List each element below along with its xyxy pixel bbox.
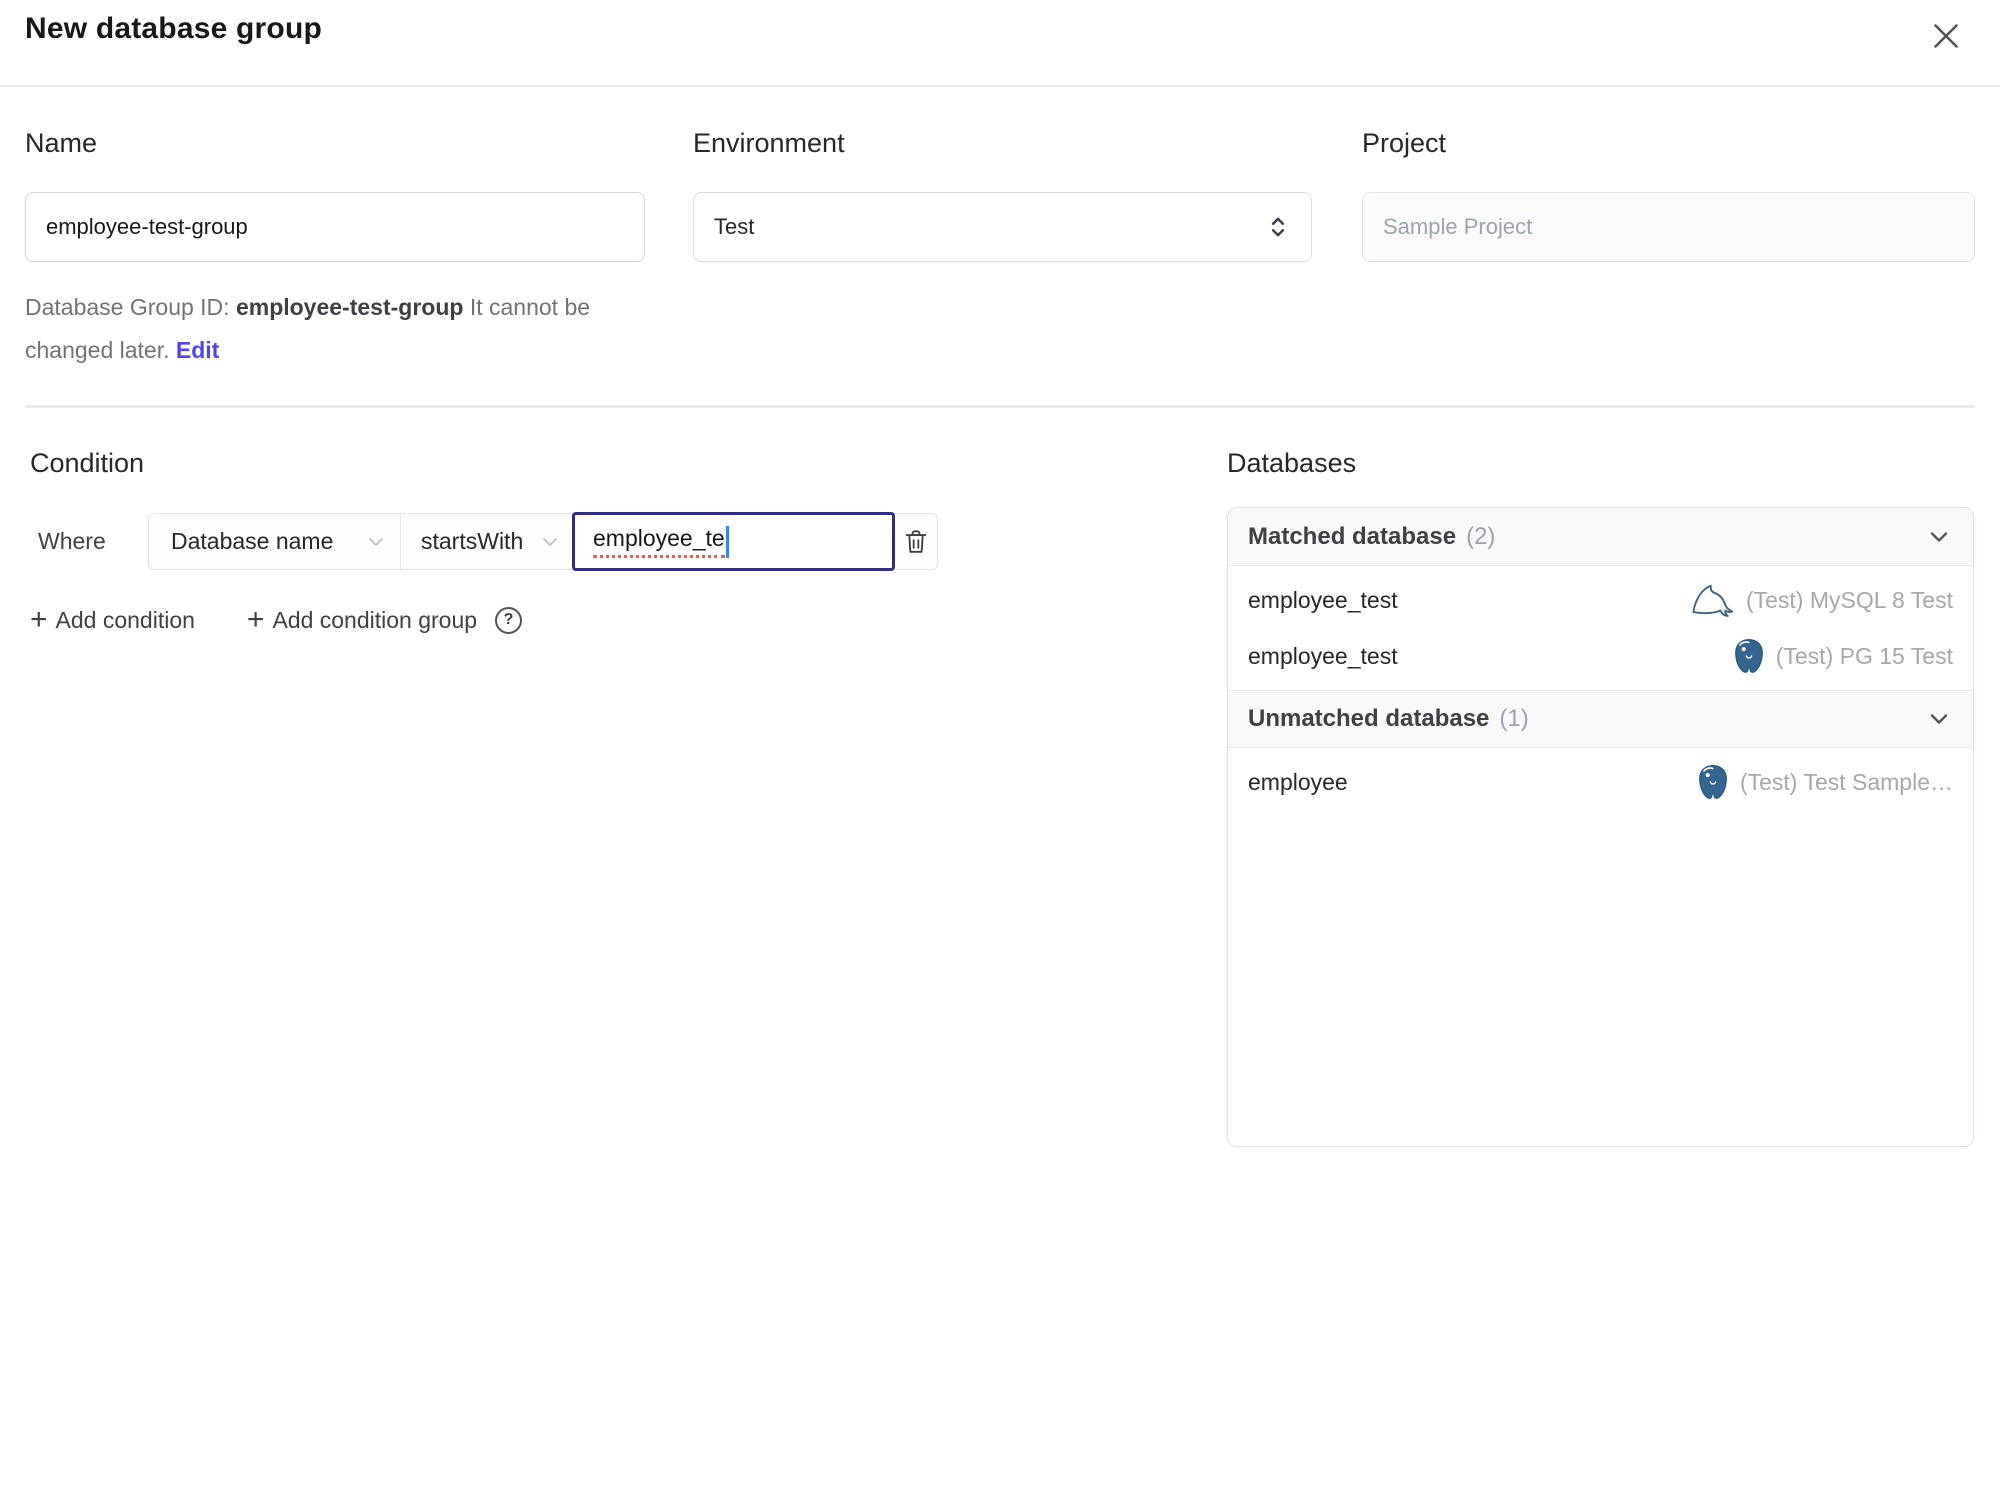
close-button[interactable] <box>1924 14 1968 58</box>
unmatched-database-header[interactable]: Unmatched database (1) <box>1228 690 1973 748</box>
databases-panel: Matched database (2) employee_test (Test… <box>1227 507 1974 1147</box>
chevron-down-icon <box>364 530 388 554</box>
text-caret <box>725 525 729 558</box>
condition-factor-value: Database name <box>171 528 334 554</box>
project-label: Project <box>1362 128 1447 158</box>
close-icon <box>1928 18 1964 54</box>
section-divider <box>25 405 1975 408</box>
unmatched-database-count: (1) <box>1499 705 1529 732</box>
project-input-value: Sample Project <box>1383 214 1533 239</box>
table-row[interactable]: employee_test (Test) MySQL 8 Test <box>1228 572 1973 628</box>
condition-row: Database name startsWith employee_te <box>148 512 938 571</box>
name-input-value: employee-test-group <box>46 214 248 239</box>
help-icon[interactable]: ? <box>495 606 523 634</box>
database-name: employee_test <box>1248 586 1398 613</box>
condition-factor-select[interactable]: Database name <box>149 514 401 569</box>
databases-heading: Databases <box>1227 448 1357 478</box>
instance-info: (Test) MySQL 8 Test <box>1690 582 1953 618</box>
name-label: Name <box>25 128 98 158</box>
trash-icon <box>902 527 930 557</box>
instance-label: (Test) PG 15 Test <box>1775 642 1953 669</box>
add-condition-group-button[interactable]: + Add condition group ? <box>246 603 523 636</box>
postgres-icon <box>1732 638 1766 674</box>
condition-heading: Condition <box>30 448 145 478</box>
table-row[interactable]: employee (Test) Test Sample… <box>1228 754 1973 810</box>
database-name: employee_test <box>1248 642 1398 669</box>
matched-database-header[interactable]: Matched database (2) <box>1228 508 1973 566</box>
unmatched-database-title: Unmatched database <box>1248 705 1490 732</box>
instance-label: (Test) Test Sample… <box>1739 768 1953 795</box>
database-name: employee <box>1248 768 1348 795</box>
condition-operator-select[interactable]: startsWith <box>401 514 572 569</box>
page-title: New database group <box>25 12 322 45</box>
header-divider <box>0 85 2000 87</box>
project-input: Sample Project <box>1362 192 1975 262</box>
plus-icon: + <box>246 603 265 636</box>
chevron-up-down-icon <box>1265 214 1291 240</box>
environment-label: Environment <box>693 128 845 158</box>
table-row[interactable]: employee_test (Test) PG 15 Test <box>1228 628 1973 684</box>
plus-icon: + <box>30 603 48 636</box>
where-label: Where <box>38 528 106 554</box>
condition-operator-value: startsWith <box>421 528 524 554</box>
instance-info: (Test) PG 15 Test <box>1732 638 1953 674</box>
postgres-icon <box>1696 764 1730 800</box>
unmatched-database-rows: employee (Test) Test Sample… <box>1228 748 1973 816</box>
chevron-down-icon[interactable] <box>1925 705 1953 733</box>
id-note-prefix: Database Group ID: <box>25 294 236 320</box>
delete-condition-button[interactable] <box>895 514 937 569</box>
chevron-down-icon <box>538 530 562 554</box>
chevron-down-icon[interactable] <box>1925 523 1953 551</box>
matched-database-rows: employee_test (Test) MySQL 8 Test employ… <box>1228 566 1973 690</box>
condition-value-input[interactable]: employee_te <box>572 512 895 571</box>
matched-database-title: Matched database <box>1248 522 1457 550</box>
instance-info: (Test) Test Sample… <box>1696 764 1953 800</box>
matched-database-count: (2) <box>1466 522 1496 550</box>
add-condition-button[interactable]: + Add condition <box>30 605 195 635</box>
name-input[interactable]: employee-test-group <box>25 192 645 262</box>
edit-id-link[interactable]: Edit <box>176 337 219 363</box>
environment-select-value: Test <box>714 214 755 239</box>
instance-label: (Test) MySQL 8 Test <box>1745 586 1953 613</box>
mysql-icon <box>1690 582 1736 618</box>
id-note-value: employee-test-group <box>235 294 464 320</box>
environment-select[interactable]: Test <box>693 192 1312 262</box>
new-database-group-dialog: New database group Name Environment Proj… <box>0 0 2000 1500</box>
database-group-id-note: Database Group ID: employee-test-group I… <box>25 286 665 372</box>
add-condition-group-label: Add condition group <box>272 606 478 633</box>
condition-actions: + Add condition + Add condition group ? <box>30 603 523 636</box>
add-condition-label: Add condition <box>55 606 195 633</box>
condition-value-text: employee_te <box>593 525 725 558</box>
